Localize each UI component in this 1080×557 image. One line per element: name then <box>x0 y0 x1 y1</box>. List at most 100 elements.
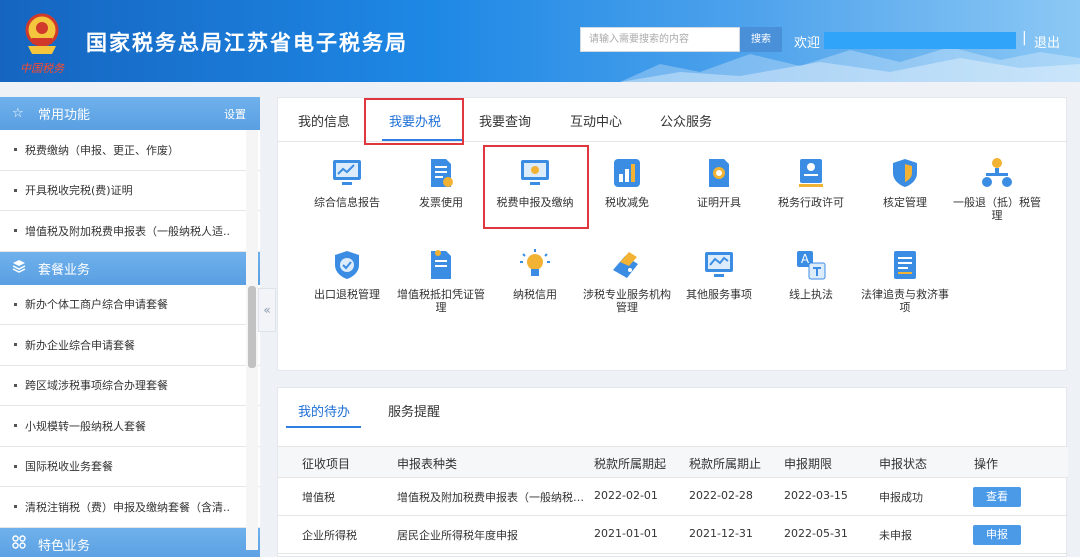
logo-caption: 中国税务 <box>20 62 64 75</box>
cell-status: 申报成功 <box>879 491 923 504</box>
tab-my-info[interactable]: 我的信息 <box>298 111 350 130</box>
sidebar-section-title: 套餐业务 <box>38 262 91 278</box>
sidebar-item[interactable]: 增值税及附加税费申报表（一般纳税人适.. <box>0 211 260 252</box>
service-tax-reduction[interactable]: 税收减免 <box>580 156 674 209</box>
sidebar-section-common[interactable]: ☆ 常用功能 设置 <box>0 97 260 130</box>
service-assessment[interactable]: 核定管理 <box>858 156 952 209</box>
lightbulb-icon <box>520 249 550 276</box>
bullet-icon <box>14 383 17 387</box>
table-row: 企业所得税 居民企业所得税年度申报 2021-01-01 2021-12-31 … <box>278 516 1068 554</box>
service-vat-deduction[interactable]: 增值税抵扣凭证管理 <box>394 248 488 314</box>
services-panel: 我的信息 我要办税 我要查询 互动中心 公众服务 综合信息报告 发票使用 税费申… <box>277 97 1068 371</box>
bullet-icon <box>14 188 17 192</box>
service-label: 出口退税管理 <box>314 288 380 301</box>
service-tax-credit[interactable]: 纳税信用 <box>488 248 582 301</box>
line-chart-icon <box>705 252 733 277</box>
service-label: 税务行政许可 <box>778 196 844 209</box>
service-export-refund[interactable]: 出口退税管理 <box>300 248 394 301</box>
service-label: 发票使用 <box>419 196 463 209</box>
sidebar-scrollbar-thumb[interactable] <box>248 286 256 368</box>
column-header: 申报状态 <box>879 457 928 471</box>
sidebar-item-label: 新办企业综合申请套餐 <box>25 338 135 352</box>
document-icon <box>431 250 451 279</box>
service-admin-license[interactable]: 税务行政许可 <box>764 156 858 209</box>
sidebar-item[interactable]: 开具税收完税(费)证明 <box>0 171 260 211</box>
list-document-icon <box>894 251 916 279</box>
tab-query[interactable]: 我要查询 <box>479 111 531 130</box>
cell-item: 增值税 <box>302 491 335 504</box>
sidebar-item[interactable]: 清税注销税（费）申报及缴纳套餐（含清.. <box>0 487 260 528</box>
service-online-enforcement[interactable]: A 线上执法 <box>764 248 858 301</box>
column-header: 税款所属期止 <box>689 457 762 471</box>
cell-end: 2021-12-31 <box>689 527 753 540</box>
service-tax-refund[interactable]: 一般退（抵）税管理 <box>950 156 1044 222</box>
sidebar-item-label: 跨区域涉税事项综合办理套餐 <box>25 379 168 393</box>
translate-icon: A <box>797 251 826 280</box>
sidebar-item-label: 增值税及附加税费申报表（一般纳税人适.. <box>25 224 230 238</box>
table-row: 增值税 增值税及附加税费申报表（一般纳税… 2022-02-01 2022-02… <box>278 478 1068 516</box>
cell-item: 企业所得税 <box>302 529 357 542</box>
org-chart-icon <box>982 158 1012 187</box>
cell-end: 2022-02-28 <box>689 489 753 502</box>
chart-monitor-icon <box>333 160 361 185</box>
bullet-icon <box>14 464 17 468</box>
sidebar-item[interactable]: 税费缴纳（申报、更正、作废） <box>0 130 260 171</box>
service-certificate[interactable]: 证明开具 <box>672 156 766 209</box>
header-separator: | <box>1022 30 1027 46</box>
sidebar-item[interactable]: 新办个体工商户综合申请套餐 <box>0 285 260 325</box>
tab-service-reminder[interactable]: 服务提醒 <box>388 401 440 420</box>
service-professional-agency[interactable]: 涉税专业服务机构管理 <box>580 248 674 314</box>
table-header: 征收项目 申报表种类 税款所属期起 税款所属期止 申报期限 申报状态 操作 <box>278 446 1068 478</box>
declare-button[interactable]: 申报 <box>973 525 1021 545</box>
badge-icon <box>799 159 823 187</box>
cell-form: 增值税及附加税费申报表（一般纳税… <box>397 491 584 504</box>
highlight-service-box <box>483 145 589 229</box>
tab-interaction[interactable]: 互动中心 <box>570 111 622 130</box>
tab-public-services[interactable]: 公众服务 <box>660 111 712 130</box>
sidebar-section-featured[interactable]: 特色业务 <box>0 527 260 557</box>
sidebar-section-title: 常用功能 <box>38 108 91 123</box>
tab-my-todo[interactable]: 我的待办 <box>298 401 350 420</box>
shield-check-icon <box>335 251 359 279</box>
sidebar-item-label: 国际税收业务套餐 <box>25 460 113 474</box>
sidebar-item[interactable]: 新办企业综合申请套餐 <box>0 325 260 366</box>
sidebar-item[interactable]: 小规模转一般纳税人套餐 <box>0 406 260 447</box>
column-header: 操作 <box>974 457 999 471</box>
sidebar-item[interactable]: 跨区域涉税事项综合办理套餐 <box>0 366 260 406</box>
search-button[interactable]: 搜索 <box>740 27 782 52</box>
service-label: 纳税信用 <box>513 288 557 301</box>
sidebar-item-label: 开具税收完税(费)证明 <box>25 184 133 198</box>
tax-emblem-icon <box>25 13 59 54</box>
cell-status: 未申报 <box>879 529 912 542</box>
bullet-icon <box>14 424 17 428</box>
cell-start: 2021-01-01 <box>594 527 658 540</box>
settings-link[interactable]: 设置 <box>224 106 246 122</box>
service-legal-remedy[interactable]: 法律追责与救济事项 <box>858 248 952 314</box>
sidebar: ☆ 常用功能 设置 税费缴纳（申报、更正、作废） 开具税收完税(费)证明 增值税… <box>0 97 260 557</box>
service-label: 税收减免 <box>605 196 649 209</box>
highlight-tab-box <box>364 98 464 145</box>
shield-icon <box>893 159 917 187</box>
search-input[interactable]: 请输入需要搜索的内容 <box>580 27 740 52</box>
site-title: 国家税务总局江苏省电子税务局 <box>86 31 408 55</box>
service-other[interactable]: 其他服务事项 <box>672 248 766 301</box>
service-label: 证明开具 <box>697 196 741 209</box>
bullet-icon <box>14 505 17 509</box>
sidebar-item[interactable]: 国际税收业务套餐 <box>0 447 260 487</box>
sidebar-section-packages[interactable]: 套餐业务 <box>0 251 260 285</box>
view-button[interactable]: 查看 <box>973 487 1021 507</box>
todo-panel: 我的待办 服务提醒 征收项目 申报表种类 税款所属期起 税款所属期止 申报期限 … <box>277 387 1068 557</box>
logout-link[interactable]: 退出 <box>1034 32 1060 51</box>
service-label: 核定管理 <box>883 196 927 209</box>
layers-icon <box>12 259 28 277</box>
collapse-sidebar-button[interactable]: « <box>258 288 276 332</box>
active-tab-underline <box>286 426 361 428</box>
service-label: 法律追责与救济事项 <box>861 288 949 314</box>
tag-icon <box>613 252 638 278</box>
grid-icon <box>12 535 28 553</box>
bullet-icon <box>14 148 17 152</box>
service-label: 涉税专业服务机构管理 <box>583 288 671 314</box>
service-comprehensive-report[interactable]: 综合信息报告 <box>300 156 394 209</box>
cell-deadline: 2022-05-31 <box>784 527 848 540</box>
service-invoice[interactable]: 发票使用 <box>394 156 488 209</box>
